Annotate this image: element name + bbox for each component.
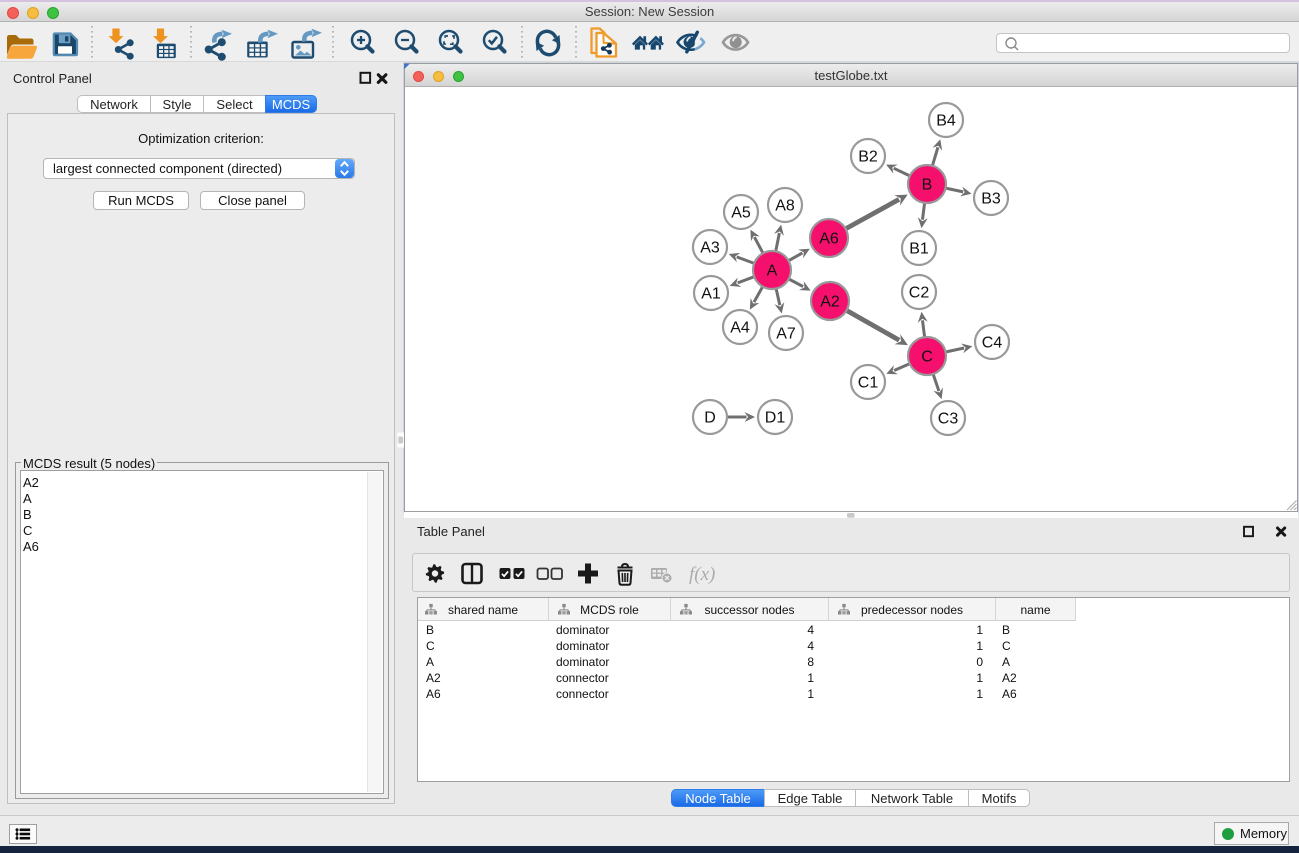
svg-text:C4: C4: [982, 335, 1003, 352]
svg-text:A2: A2: [820, 294, 840, 311]
svg-text:A1: A1: [701, 286, 721, 303]
svg-text:A5: A5: [731, 205, 751, 222]
svg-text:f(x): f(x): [689, 564, 715, 585]
svg-text:C1: C1: [858, 375, 879, 392]
svg-text:B1: B1: [909, 241, 929, 258]
svg-text:B4: B4: [936, 113, 956, 130]
svg-text:A3: A3: [700, 240, 720, 257]
svg-text:B2: B2: [858, 149, 878, 166]
svg-text:A7: A7: [776, 326, 796, 343]
svg-text:A4: A4: [730, 320, 750, 337]
svg-text:C3: C3: [938, 411, 959, 428]
svg-text:D: D: [704, 410, 716, 427]
svg-text:B: B: [922, 177, 933, 194]
svg-text:D1: D1: [765, 410, 786, 427]
svg-text:A: A: [767, 263, 778, 280]
svg-text:C: C: [921, 349, 933, 366]
svg-text:C2: C2: [909, 285, 930, 302]
svg-text:B3: B3: [981, 191, 1001, 208]
svg-text:A6: A6: [819, 231, 839, 248]
svg-text:A8: A8: [775, 198, 795, 215]
